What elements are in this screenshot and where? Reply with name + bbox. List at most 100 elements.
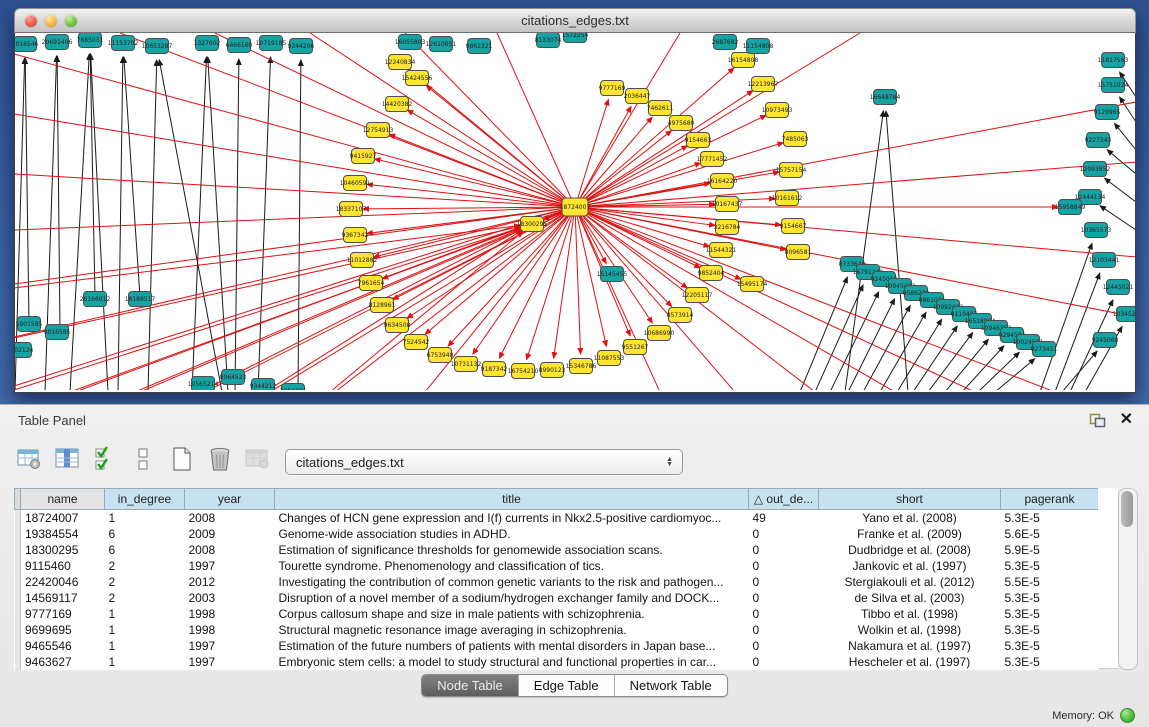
cell-name[interactable]: 9115460 [21, 558, 105, 574]
cell-title[interactable]: Tourette syndrome. Phenomenology and cla… [275, 558, 749, 574]
graph-node[interactable]: 8096581 [785, 245, 812, 260]
network-canvas[interactable]: 1872400712240834154245561442038212754913… [14, 33, 1136, 393]
table-header-row[interactable]: namein_degreeyeartitle△ out_de...shortpa… [15, 489, 1099, 510]
column-header-year[interactable]: year [185, 489, 275, 510]
graph-node[interactable]: 16154808 [728, 53, 759, 68]
graph-node[interactable]: 17771452 [697, 152, 728, 167]
graph-node[interactable]: 7524542 [403, 335, 430, 350]
graph-node[interactable]: 9551267 [622, 340, 649, 355]
column-header-name[interactable]: name [21, 489, 105, 510]
graph-node[interactable]: 10365573 [1081, 223, 1112, 238]
cell-out_de[interactable]: 0 [749, 558, 819, 574]
cell-short[interactable]: Tibbo et al. (1998) [819, 606, 1001, 622]
graph-node[interactable]: 10345219 [1113, 307, 1135, 322]
cell-year[interactable]: 2009 [185, 526, 275, 542]
cell-year[interactable]: 1997 [185, 654, 275, 670]
graph-node[interactable]: 9862321 [466, 39, 493, 54]
graph-node[interactable]: 7961654 [358, 276, 385, 291]
cell-short[interactable]: Wolkin et al. (1998) [819, 622, 1001, 638]
tab-network-table[interactable]: Network Table [614, 675, 727, 696]
cell-pagerank[interactable]: 5.3E-5 [1001, 654, 1099, 670]
cell-in_degree[interactable]: 1 [105, 638, 185, 654]
cell-title[interactable]: Structural magnetic resonance image aver… [275, 622, 749, 638]
graph-node[interactable]: 10686990 [644, 326, 675, 341]
cell-short[interactable]: de Silva et al. (2003) [819, 590, 1001, 606]
graph-node[interactable]: 9154663 [685, 133, 712, 148]
column-header-out_de[interactable]: △ out_de... [749, 489, 819, 510]
cell-name[interactable]: 9463627 [21, 654, 105, 670]
cell-pagerank[interactable]: 5.3E-5 [1001, 590, 1099, 606]
graph-node[interactable]: 10460591 [340, 176, 371, 191]
cell-pagerank[interactable]: 5.6E-5 [1001, 526, 1099, 542]
cell-title[interactable]: Disruption of a novel member of a sodium… [275, 590, 749, 606]
graph-node[interactable]: 7694301 [280, 384, 307, 391]
cell-name[interactable]: 22420046 [21, 574, 105, 590]
node-attribute-table[interactable]: namein_degreeyeartitle△ out_de...shortpa… [14, 488, 1099, 670]
graph-node[interactable]: 4975680 [668, 116, 695, 131]
delete-table-icon[interactable] [244, 445, 271, 472]
cell-title[interactable]: Corpus callosum shape and size in male p… [275, 606, 749, 622]
table-row[interactable]: 946554611997Estimation of the future num… [15, 638, 1099, 654]
graph-node[interactable]: 9777169 [599, 81, 626, 96]
clear-selection-icon[interactable] [130, 445, 157, 472]
cell-year[interactable]: 2003 [185, 590, 275, 606]
graph-node[interactable]: 15346786 [566, 359, 597, 374]
delete-column-icon[interactable] [206, 445, 233, 472]
cell-year[interactable]: 1997 [185, 638, 275, 654]
graph-node[interactable]: 15424556 [402, 71, 433, 86]
tab-edge-table[interactable]: Edge Table [518, 675, 614, 696]
cell-short[interactable]: Jankovic et al. (1997) [819, 558, 1001, 574]
cell-short[interactable]: Franke et al. (2009) [819, 526, 1001, 542]
graph-node[interactable]: 20691406 [42, 35, 73, 50]
cell-name[interactable]: 9777169 [21, 606, 105, 622]
cell-name[interactable]: 14569117 [21, 590, 105, 606]
table-row[interactable]: 969969511998Structural magnetic resonanc… [15, 622, 1099, 638]
graph-node[interactable]: 9852404 [698, 266, 725, 281]
cell-pagerank[interactable]: 5.5E-5 [1001, 574, 1099, 590]
tab-node-table[interactable]: Node Table [422, 675, 518, 696]
graph-node[interactable]: 9634508 [384, 318, 411, 333]
graph-node[interactable]: 16055803 [395, 35, 426, 50]
cell-name[interactable]: 9465546 [21, 638, 105, 654]
cell-out_de[interactable]: 0 [749, 622, 819, 638]
cell-pagerank[interactable]: 5.9E-5 [1001, 542, 1099, 558]
cell-short[interactable]: Hescheler et al. (1997) [819, 654, 1001, 670]
graph-node[interactable]: 9016585 [44, 325, 71, 340]
cell-name[interactable]: 18724007 [21, 510, 105, 527]
graph-node[interactable]: 7485063 [782, 132, 809, 147]
graph-node[interactable]: 15145455 [597, 267, 628, 282]
network-window-titlebar[interactable]: citations_edges.txt [14, 8, 1136, 33]
table-row[interactable]: 977716911998Corpus callosum shape and si… [15, 606, 1099, 622]
cell-in_degree[interactable]: 1 [105, 510, 185, 527]
cell-in_degree[interactable]: 2 [105, 590, 185, 606]
graph-node[interactable]: 10973493 [762, 103, 793, 118]
table-row[interactable]: 946362711997Embryonic stem cells: a mode… [15, 654, 1099, 670]
cell-pagerank[interactable]: 5.3E-5 [1001, 638, 1099, 654]
cell-short[interactable]: Yano et al. (2008) [819, 510, 1001, 527]
graph-node[interactable]: 12093852 [1080, 162, 1111, 177]
cell-out_de[interactable]: 0 [749, 606, 819, 622]
cell-year[interactable]: 1998 [185, 622, 275, 638]
graph-node[interactable]: 8128961 [369, 298, 396, 313]
show-columns-icon[interactable] [54, 445, 81, 472]
graph-node[interactable]: 9154667 [780, 219, 807, 234]
graph-node[interactable]: 11154808 [743, 39, 774, 54]
graph-node[interactable]: 15757154 [776, 163, 807, 178]
cell-in_degree[interactable]: 1 [105, 654, 185, 670]
graph-node[interactable]: 10161612 [772, 191, 803, 206]
cell-title[interactable]: Estimation of significance thresholds fo… [275, 542, 749, 558]
cell-in_degree[interactable]: 2 [105, 558, 185, 574]
cell-pagerank[interactable]: 5.3E-5 [1001, 622, 1099, 638]
graph-node[interactable]: 7685031 [77, 33, 104, 48]
cell-in_degree[interactable]: 1 [105, 606, 185, 622]
graph-node[interactable]: 9129965 [1094, 105, 1121, 120]
graph-node[interactable]: 15751024 [1098, 78, 1129, 93]
close-panel-icon[interactable]: ✕ [1120, 412, 1133, 428]
scrollbar-thumb[interactable] [1121, 491, 1133, 527]
graph-node[interactable]: 10731132 [451, 357, 482, 372]
cell-out_de[interactable]: 0 [749, 638, 819, 654]
cell-out_de[interactable]: 0 [749, 654, 819, 670]
graph-node[interactable]: 9367342 [342, 228, 369, 243]
table-row[interactable]: 911546021997Tourette syndrome. Phenomeno… [15, 558, 1099, 574]
table-row[interactable]: 1938455462009Genome-wide association stu… [15, 526, 1099, 542]
